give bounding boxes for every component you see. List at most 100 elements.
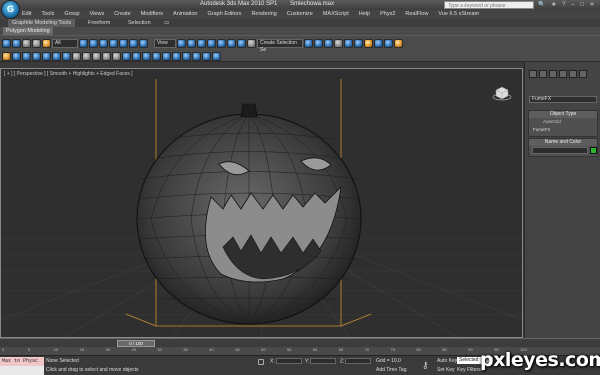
bind-spacewarp-icon[interactable] xyxy=(42,39,51,48)
category-dropdown[interactable]: FumeFX xyxy=(529,96,597,103)
add-time-tag-button[interactable]: Add Time Tag xyxy=(376,367,406,373)
hierarchy-tab-icon[interactable] xyxy=(549,70,557,78)
redo-icon[interactable] xyxy=(12,39,21,48)
curve-editor-icon[interactable] xyxy=(344,39,353,48)
menu-rendering[interactable]: Rendering xyxy=(251,11,276,17)
display-tab-icon[interactable] xyxy=(569,70,577,78)
modify-tab-icon[interactable] xyxy=(539,70,547,78)
auto-key-button[interactable]: Auto Key xyxy=(437,358,457,364)
reactor-fracture-icon[interactable] xyxy=(202,52,211,61)
undo-icon[interactable] xyxy=(2,39,11,48)
name-and-color-header[interactable]: Name and Color xyxy=(529,139,597,146)
rect-selection-icon[interactable] xyxy=(99,39,108,48)
selection-lock-icon[interactable] xyxy=(258,359,264,365)
object-type-header[interactable]: Object Type xyxy=(529,111,597,118)
mirror-icon[interactable] xyxy=(304,39,313,48)
create-shape-icon[interactable] xyxy=(12,52,21,61)
menu-phys2[interactable]: Phys2 xyxy=(380,11,395,17)
app-logo-button[interactable]: G xyxy=(1,0,20,19)
reactor-deform-icon[interactable] xyxy=(162,52,171,61)
menu-customize[interactable]: Customize xyxy=(287,11,313,17)
create-camera-icon[interactable] xyxy=(32,52,41,61)
key-icon[interactable]: ⚷ xyxy=(422,360,432,370)
object-color-swatch[interactable] xyxy=(590,147,597,154)
select-move-icon[interactable] xyxy=(119,39,128,48)
ribbon-minimize-icon[interactable]: ▭ xyxy=(160,19,173,27)
time-slider-track[interactable]: 0 / 100 xyxy=(0,338,600,347)
menu-edit[interactable]: Edit xyxy=(22,11,31,17)
y-coordinate[interactable]: Y: xyxy=(305,358,337,364)
reference-coord-dropdown[interactable]: View xyxy=(154,39,176,48)
menu-animation[interactable]: Animation xyxy=(173,11,197,17)
percent-snap-icon[interactable] xyxy=(227,39,236,48)
display-icon[interactable] xyxy=(102,52,111,61)
layer-manager-icon[interactable] xyxy=(324,39,333,48)
edit-named-selection-icon[interactable] xyxy=(247,39,256,48)
tab-freeform[interactable]: Freeform xyxy=(84,19,114,27)
polygon-modeling-panel[interactable]: Polygon Modeling xyxy=(3,27,53,35)
create-geometry-icon[interactable] xyxy=(2,52,11,61)
motion-tab-icon[interactable] xyxy=(559,70,567,78)
unlink-icon[interactable] xyxy=(32,39,41,48)
keyboard-shortcut-icon[interactable] xyxy=(197,39,206,48)
menu-views[interactable]: Views xyxy=(90,11,105,17)
search-input[interactable]: Type a keyword or phrase xyxy=(444,1,534,9)
motion-icon[interactable] xyxy=(92,52,101,61)
pivot-center-icon[interactable] xyxy=(177,39,186,48)
schematic-view-icon[interactable] xyxy=(354,39,363,48)
reactor-water-icon[interactable] xyxy=(172,52,181,61)
spinner-snap-icon[interactable] xyxy=(237,39,246,48)
select-by-name-icon[interactable] xyxy=(89,39,98,48)
render-setup-icon[interactable] xyxy=(374,39,383,48)
menu-tools[interactable]: Tools xyxy=(41,11,54,17)
angle-snap-icon[interactable] xyxy=(217,39,226,48)
menu-vue-6-5-xstream[interactable]: Vue 6.5 xStream xyxy=(438,11,479,17)
window-controls[interactable]: 🔍 ★ ? – □ ✕ xyxy=(538,1,597,8)
window-crossing-icon[interactable] xyxy=(109,39,118,48)
graphite-toggle-icon[interactable] xyxy=(334,39,343,48)
reactor-preview-icon[interactable] xyxy=(212,52,221,61)
rendered-frame-icon[interactable] xyxy=(384,39,393,48)
create-spacewarp-icon[interactable] xyxy=(52,52,61,61)
select-object-icon[interactable] xyxy=(79,39,88,48)
x-coordinate[interactable]: X: xyxy=(270,358,302,364)
reactor-rope-icon[interactable] xyxy=(152,52,161,61)
viewcube-icon[interactable] xyxy=(491,81,513,103)
perspective-viewport[interactable]: [ + ] [ Perspective ] [ Smooth + Highlig… xyxy=(0,68,523,338)
hierarchy-icon[interactable] xyxy=(82,52,91,61)
menu-group[interactable]: Group xyxy=(64,11,79,17)
menu-help[interactable]: Help xyxy=(359,11,370,17)
modifier-icon[interactable] xyxy=(72,52,81,61)
tab-graphite-modeling-tools[interactable]: Graphite Modeling Tools xyxy=(8,19,76,27)
select-manipulate-icon[interactable] xyxy=(187,39,196,48)
pumpkin-mesh[interactable] xyxy=(136,103,362,325)
menu-graph-editors[interactable]: Graph Editors xyxy=(208,11,242,17)
menu-maxscript[interactable]: MAXScript xyxy=(323,11,349,17)
create-system-icon[interactable] xyxy=(62,52,71,61)
create-tab-icon[interactable] xyxy=(529,70,537,78)
menu-realflow[interactable]: RealFlow xyxy=(405,11,428,17)
reactor-rigid-icon[interactable] xyxy=(122,52,131,61)
fumefx-button[interactable]: FumeFX xyxy=(533,126,557,134)
object-name-input[interactable] xyxy=(532,147,588,154)
select-rotate-icon[interactable] xyxy=(129,39,138,48)
maxscript-listener-input[interactable]: Max to Physc xyxy=(0,357,44,366)
tab-selection[interactable]: Selection xyxy=(124,19,155,27)
menu-modifiers[interactable]: Modifiers xyxy=(141,11,163,17)
create-light-icon[interactable] xyxy=(22,52,31,61)
named-selection-dropdown[interactable]: Create Selection Se xyxy=(257,39,303,53)
create-helper-icon[interactable] xyxy=(42,52,51,61)
selection-filter-dropdown[interactable]: All xyxy=(52,39,78,48)
select-link-icon[interactable] xyxy=(22,39,31,48)
reactor-toy-car-icon[interactable] xyxy=(192,52,201,61)
render-icon[interactable] xyxy=(394,39,403,48)
menu-create[interactable]: Create xyxy=(114,11,131,17)
z-coordinate[interactable]: Z: xyxy=(340,358,372,364)
utilities-icon[interactable] xyxy=(112,52,121,61)
align-icon[interactable] xyxy=(314,39,323,48)
time-slider[interactable]: 0 / 100 xyxy=(117,340,155,347)
autogrid-checkbox[interactable]: AutoGrid xyxy=(529,118,597,124)
snaps-toggle-icon[interactable] xyxy=(207,39,216,48)
utilities-tab-icon[interactable] xyxy=(579,70,587,78)
maxscript-output[interactable] xyxy=(0,366,44,375)
